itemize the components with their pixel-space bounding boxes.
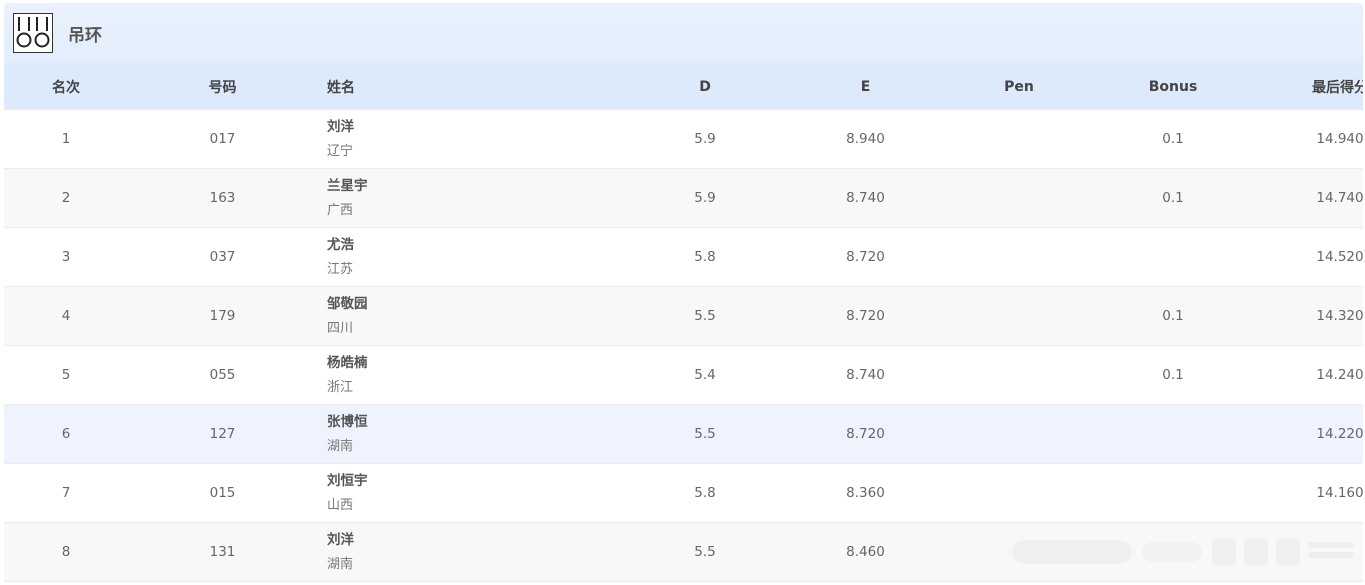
cell-bonus: 0.1 — [1162, 190, 1184, 206]
cell-name: 刘恒宇 山西 — [311, 472, 541, 515]
cell-d: 5.8 — [694, 249, 716, 265]
table-row[interactable]: 1 017 刘洋 辽宁 5.9 8.940 0.1 14.940 — [4, 110, 1363, 169]
event-title: 吊环 — [68, 25, 102, 46]
cell-rank: 1 — [61, 131, 71, 147]
cell-d: 5.9 — [694, 190, 716, 206]
cell-bonus: 0.1 — [1162, 308, 1184, 324]
cell-name: 兰星宇 广西 — [311, 177, 541, 220]
athlete-team: 四川 — [327, 320, 354, 336]
athlete-team: 浙江 — [327, 379, 354, 395]
cell-e: 8.740 — [846, 367, 885, 383]
athlete-name: 兰星宇 — [327, 177, 368, 194]
table-body: 1 017 刘洋 辽宁 5.9 8.940 0.1 14.940 2 163 兰… — [4, 110, 1363, 582]
cell-final: 14.320 — [1316, 308, 1363, 324]
cell-number: 131 — [209, 544, 236, 560]
cell-d: 5.8 — [694, 485, 716, 501]
cell-d: 5.5 — [694, 426, 716, 442]
table-row[interactable]: 2 163 兰星宇 广西 5.9 8.740 0.1 14.740 — [4, 169, 1363, 228]
athlete-name: 刘洋 — [327, 118, 354, 135]
cell-e: 8.460 — [846, 544, 885, 560]
cell-final: 14.160 — [1316, 485, 1363, 501]
cell-e: 8.720 — [846, 426, 885, 442]
cell-rank: 7 — [61, 485, 71, 501]
rings-icon — [13, 13, 53, 53]
cell-name: 尤浩 江苏 — [311, 236, 541, 279]
athlete-name: 张博恒 — [327, 413, 368, 430]
cell-number: 163 — [209, 190, 236, 206]
athlete-name: 刘恒宇 — [327, 472, 368, 489]
cell-rank: 4 — [61, 308, 71, 324]
cell-e: 8.720 — [846, 249, 885, 265]
cell-final: 14.220 — [1316, 426, 1363, 442]
athlete-team: 湖南 — [327, 556, 354, 572]
table-row[interactable]: 3 037 尤浩 江苏 5.8 8.720 14.520 — [4, 228, 1363, 287]
cell-name: 刘洋 辽宁 — [311, 118, 541, 161]
athlete-team: 辽宁 — [327, 143, 354, 159]
cell-rank: 6 — [61, 426, 71, 442]
cell-d: 5.5 — [694, 308, 716, 324]
cell-d: 5.4 — [694, 367, 716, 383]
cell-number: 179 — [209, 308, 236, 324]
cell-number: 017 — [209, 131, 236, 147]
cell-bonus: 0.1 — [1162, 367, 1184, 383]
athlete-name: 邹敬园 — [327, 295, 368, 312]
table-row-highlighted[interactable]: 6 127 张博恒 湖南 5.5 8.720 14.220 — [4, 405, 1363, 464]
cell-e: 8.720 — [846, 308, 885, 324]
header-pen: Pen — [1004, 78, 1034, 95]
athlete-team: 山西 — [327, 497, 354, 513]
athlete-name: 尤浩 — [327, 236, 354, 253]
cell-d: 5.5 — [694, 544, 716, 560]
athlete-team: 湖南 — [327, 438, 354, 454]
cell-e: 8.360 — [846, 485, 885, 501]
cell-rank: 5 — [61, 367, 71, 383]
header-name: 姓名 — [327, 79, 355, 96]
cell-final: 14.940 — [1316, 131, 1363, 147]
cell-name: 邹敬园 四川 — [311, 295, 541, 338]
table-row[interactable]: 5 055 杨皓楠 浙江 5.4 8.740 0.1 14.240 — [4, 346, 1363, 405]
cell-bonus: 0.1 — [1162, 131, 1184, 147]
athlete-name: 刘洋 — [327, 531, 354, 548]
cell-number: 015 — [209, 485, 236, 501]
cell-final: 14.520 — [1316, 249, 1363, 265]
cell-name: 张博恒 湖南 — [311, 413, 541, 456]
cell-number: 055 — [209, 367, 236, 383]
cell-rank: 3 — [61, 249, 71, 265]
cell-number: 037 — [209, 249, 236, 265]
cell-number: 127 — [209, 426, 236, 442]
table-row[interactable]: 7 015 刘恒宇 山西 5.8 8.360 14.160 — [4, 464, 1363, 523]
cell-e: 8.940 — [846, 131, 885, 147]
header-e: E — [860, 78, 871, 95]
header-bonus: Bonus — [1148, 78, 1198, 95]
cell-name: 杨皓楠 浙江 — [311, 354, 541, 397]
header-number: 号码 — [208, 79, 237, 96]
results-panel: 吊环 名次 号码 姓名 D E Pen Bonus 最后得分 1 017 刘洋 … — [4, 3, 1363, 585]
cell-e: 8.740 — [846, 190, 885, 206]
cell-rank: 2 — [61, 190, 71, 206]
athlete-team: 广西 — [327, 202, 354, 218]
athlete-team: 江苏 — [327, 261, 354, 277]
cell-final: 14.240 — [1316, 367, 1363, 383]
cell-d: 5.9 — [694, 131, 716, 147]
table-header: 名次 号码 姓名 D E Pen Bonus 最后得分 — [4, 63, 1363, 110]
table-row[interactable]: 8 131 刘洋 湖南 5.5 8.460 — [4, 523, 1363, 582]
table-row[interactable]: 4 179 邹敬园 四川 5.5 8.720 0.1 14.320 — [4, 287, 1363, 346]
event-title-bar: 吊环 — [4, 3, 1363, 63]
athlete-name: 杨皓楠 — [327, 354, 368, 371]
header-d: D — [699, 78, 711, 95]
cell-final: 14.740 — [1316, 190, 1363, 206]
header-rank: 名次 — [52, 79, 80, 96]
cell-name: 刘洋 湖南 — [311, 531, 541, 574]
cell-rank: 8 — [61, 544, 71, 560]
header-final: 最后得分 — [1312, 79, 1363, 96]
